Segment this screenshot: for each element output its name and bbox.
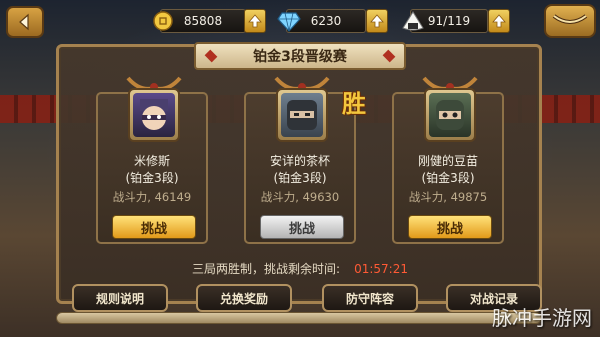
rice-ball-icon <box>399 7 427 35</box>
opponent-card: 刚健的豆苗 (铂金3段) 战斗力, 49875 挑战 <box>392 76 504 244</box>
opponent-name: 安详的茶杯 <box>269 154 330 168</box>
panel-title: 铂金3段晋级赛 <box>253 49 347 65</box>
challenge-button[interactable]: 挑战 <box>112 215 196 239</box>
coin-icon <box>149 7 177 35</box>
gold-counter: 85808 <box>153 9 246 33</box>
opponent-power: 战斗力, 49875 <box>408 190 488 204</box>
opponent-rank: (铂金3段) <box>125 171 179 185</box>
timer-value: 01:57:21 <box>354 262 408 276</box>
defense-lineup-button[interactable]: 防守阵容 <box>322 284 418 312</box>
win-mark: 胜 <box>342 89 366 118</box>
bottom-scroll-bar <box>56 312 542 324</box>
stamina-counter: 91/119 <box>402 9 488 33</box>
ninja-face-icon <box>436 100 464 130</box>
arrow-up-icon <box>248 14 262 28</box>
add-stamina-button[interactable] <box>488 9 510 33</box>
opponent-avatar <box>128 88 180 142</box>
scroll-icon <box>552 14 588 24</box>
opponent-power: 战斗力, 49630 <box>260 190 340 204</box>
add-diamond-button[interactable] <box>366 9 388 33</box>
arrow-left-icon <box>19 13 29 31</box>
back-button[interactable] <box>6 6 44 38</box>
diamond-icon <box>275 7 303 35</box>
challenge-button[interactable]: 挑战 <box>260 215 344 239</box>
panel-title-banner: 铂金3段晋级赛 <box>194 42 406 70</box>
timer-label: 三局两胜制，挑战剩余时间: <box>192 262 341 276</box>
opponent-avatar <box>276 88 328 142</box>
opponent-card: 米修斯 (铂金3段) 战斗力, 46149 挑战 <box>96 76 208 244</box>
timer-row: 三局两胜制，挑战剩余时间: 01:57:21 <box>0 260 600 277</box>
arrow-up-icon <box>370 14 384 28</box>
opponent-card: 安详的茶杯 (铂金3段) 战斗力, 49630 挑战 <box>244 76 356 244</box>
menu-button[interactable] <box>544 4 596 38</box>
add-gold-button[interactable] <box>244 9 266 33</box>
diamond-counter: 6230 <box>277 9 366 33</box>
challenge-button[interactable]: 挑战 <box>408 215 492 239</box>
ninja-face-icon <box>287 100 317 130</box>
opponent-rank: (铂金3段) <box>273 171 327 185</box>
watermark: 脉冲手游网 <box>492 306 592 330</box>
rules-button[interactable]: 规则说明 <box>72 284 168 312</box>
opponent-avatar <box>424 88 476 142</box>
ornament-icon <box>382 49 396 63</box>
arrow-up-icon <box>492 14 506 28</box>
opponent-power: 战斗力, 46149 <box>112 190 192 204</box>
ornament-icon <box>204 49 218 63</box>
opponent-rank: (铂金3段) <box>421 171 475 185</box>
opponent-name: 刚健的豆苗 <box>417 154 478 168</box>
opponent-name: 米修斯 <box>133 154 170 168</box>
ninja-face-icon <box>140 99 168 130</box>
exchange-rewards-button[interactable]: 兑换奖励 <box>196 284 292 312</box>
